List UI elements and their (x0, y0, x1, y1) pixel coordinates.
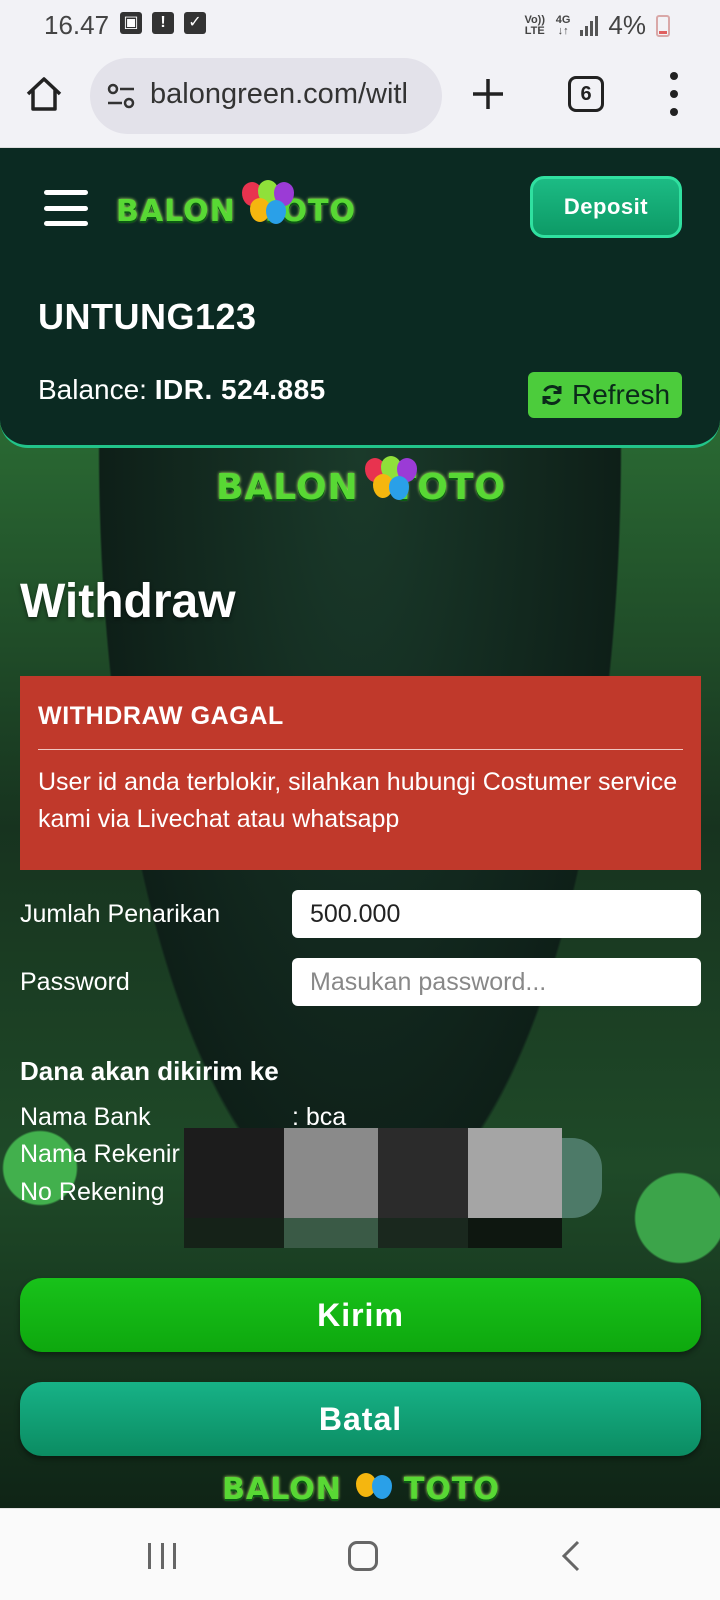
page-title: Withdraw (20, 575, 236, 628)
address-bar[interactable]: balongreen.com/witl (90, 58, 442, 134)
balance: Balance: IDR. 524.885 (38, 374, 326, 406)
notification-icons: ▣ ! ✓ (120, 12, 206, 34)
gallery-icon: ▣ (120, 12, 142, 34)
site-logo[interactable]: BALON TOTO (116, 180, 356, 242)
signal-icon (580, 15, 599, 36)
amount-input[interactable] (292, 890, 701, 938)
bank-name-label: Nama Bank (20, 1103, 151, 1131)
banner-logo: BALON TOTO (216, 454, 506, 520)
network-type-icon: 4G ↓↑ (555, 13, 571, 37)
back-icon[interactable] (558, 1539, 586, 1573)
tab-switcher-icon[interactable]: 6 (568, 76, 604, 112)
browser-toolbar: balongreen.com/witl 6 (0, 48, 720, 148)
deposit-button[interactable]: Deposit (530, 176, 682, 238)
redacted-account-details (184, 1128, 624, 1248)
footer-logo: BALON TOTO (216, 1464, 506, 1508)
new-tab-plus-icon[interactable] (470, 76, 506, 112)
refresh-button[interactable]: Refresh (528, 372, 682, 418)
volte-icon: Vo)) LTE (524, 13, 546, 37)
cancel-button[interactable]: Batal (20, 1382, 701, 1456)
account-number-label: No Rekening (20, 1178, 165, 1206)
more-menu-icon[interactable] (664, 72, 684, 116)
battery-icon (656, 14, 670, 37)
home-icon[interactable] (24, 74, 64, 114)
site-settings-icon[interactable] (106, 82, 136, 110)
balloons-icon (359, 456, 417, 518)
checkbox-icon: ✓ (184, 12, 206, 34)
destination-title: Dana akan dikirim ke (20, 1056, 279, 1086)
alert-divider (38, 749, 683, 750)
refresh-icon (542, 384, 562, 406)
balloons-icon (342, 1467, 404, 1508)
password-label: Password (20, 968, 130, 996)
status-right: Vo)) LTE 4G ↓↑ 4% (524, 10, 670, 41)
error-alert: WITHDRAW GAGAL User id anda terblokir, s… (20, 676, 701, 870)
site-header: BALON TOTO Deposit UNTUNG123 Balance: ID… (0, 148, 720, 448)
home-button-icon[interactable] (348, 1541, 378, 1571)
account-name-label: Nama Rekenir (20, 1140, 180, 1168)
alert-icon: ! (152, 12, 174, 34)
password-input[interactable] (292, 958, 701, 1006)
amount-label: Jumlah Penarikan (20, 900, 221, 928)
submit-button[interactable]: Kirim (20, 1278, 701, 1352)
username: UNTUNG123 (38, 296, 257, 337)
refresh-label: Refresh (571, 379, 671, 410)
alert-message: User id anda terblokir, silahkan hubungi… (38, 768, 678, 833)
url-text[interactable]: balongreen.com/witl (150, 78, 430, 111)
balloons-icon (236, 180, 294, 242)
balance-label: Balance: (38, 374, 147, 405)
balance-value: IDR. 524.885 (154, 374, 326, 405)
status-bar: 16.47 ▣ ! ✓ Vo)) LTE 4G ↓↑ 4% (0, 0, 720, 48)
alert-title: WITHDRAW GAGAL (38, 702, 284, 730)
system-nav-bar (0, 1508, 720, 1600)
hamburger-menu-icon[interactable] (44, 190, 88, 226)
web-content: BALON TOTO Deposit UNTUNG123 Balance: ID… (0, 148, 720, 1508)
recent-apps-icon[interactable] (148, 1543, 176, 1569)
status-time: 16.47 (44, 10, 110, 40)
battery-percent: 4% (608, 10, 646, 40)
